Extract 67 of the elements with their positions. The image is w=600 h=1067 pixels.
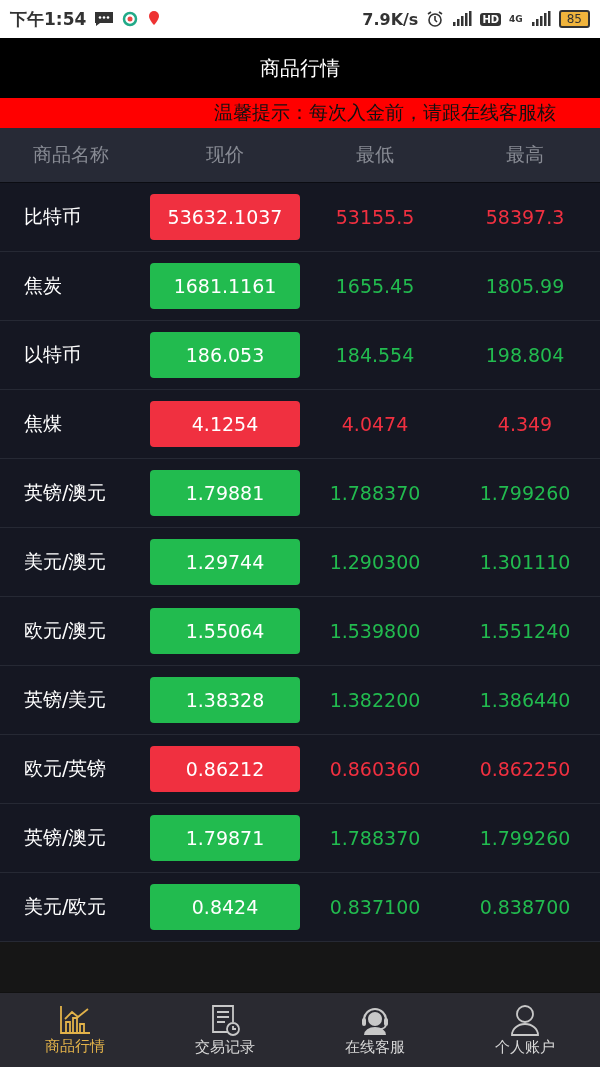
high-price: 1805.99 [484, 275, 566, 297]
low-price: 0.860360 [328, 758, 422, 780]
price-button[interactable]: 1681.1161 [150, 263, 300, 309]
hd-badge: HD [480, 12, 502, 26]
page-title: 商品行情 [260, 54, 340, 82]
high-price: 1.799260 [478, 482, 572, 504]
high-price: 1.386440 [478, 689, 572, 711]
product-name: 欧元/英镑 [23, 756, 108, 781]
low-price: 1.788370 [328, 482, 422, 504]
price-button[interactable]: 0.86212 [150, 746, 300, 792]
low-price: 0.837100 [328, 896, 422, 918]
document-clock-icon [210, 1003, 240, 1036]
column-header: 商品名称 [32, 142, 110, 167]
battery-indicator: 85 [558, 10, 590, 28]
price-button[interactable]: 53632.1037 [150, 194, 300, 240]
product-name: 焦煤 [23, 411, 63, 436]
high-price: 1.301110 [478, 551, 572, 573]
price-button[interactable]: 1.29744 [150, 539, 300, 585]
status-time: 下午1:54 [10, 7, 87, 31]
signal-icon [530, 11, 551, 27]
price-button[interactable]: 4.1254 [150, 401, 300, 447]
price-button[interactable]: 0.8424 [150, 884, 300, 930]
product-name: 美元/欧元 [23, 894, 108, 919]
nav-tab[interactable]: 交易记录 [150, 993, 300, 1067]
network-type: 4G [509, 14, 523, 24]
product-name: 以特币 [23, 342, 82, 367]
price-button[interactable]: 186.053 [150, 332, 300, 378]
high-price: 198.804 [484, 344, 566, 366]
low-price: 1.788370 [328, 827, 422, 849]
product-name: 英镑/美元 [23, 687, 108, 712]
high-price: 58397.3 [484, 206, 566, 228]
product-name: 欧元/澳元 [23, 618, 108, 643]
high-price: 1.551240 [478, 620, 572, 642]
column-header: 现价 [205, 142, 245, 167]
nav-tab[interactable]: 个人账户 [450, 993, 600, 1067]
app-icon [122, 11, 139, 27]
high-price: 4.349 [496, 413, 554, 435]
alarm-icon [426, 10, 445, 28]
product-name: 比特币 [23, 204, 82, 229]
network-speed: 7.9K/s [362, 9, 419, 29]
low-price: 1.382200 [328, 689, 422, 711]
nav-tab[interactable]: 在线客服 [300, 993, 450, 1067]
low-price: 1.539800 [328, 620, 422, 642]
low-price: 184.554 [334, 344, 416, 366]
high-price: 1.799260 [478, 827, 572, 849]
column-header: 最高 [505, 142, 545, 167]
person-icon [510, 1003, 540, 1036]
price-button[interactable]: 1.55064 [150, 608, 300, 654]
signal-icon [452, 11, 473, 27]
high-price: 0.862250 [478, 758, 572, 780]
product-name: 美元/澳元 [23, 549, 108, 574]
column-header: 最低 [355, 142, 395, 167]
low-price: 1655.45 [334, 275, 416, 297]
high-price: 0.838700 [478, 896, 572, 918]
nav-tab[interactable]: 商品行情 [0, 993, 150, 1067]
notice-text: 温馨提示：每次入金前，请跟在线客服核 [214, 100, 556, 125]
price-button[interactable]: 1.38328 [150, 677, 300, 723]
chart-icon [58, 1004, 92, 1035]
message-icon [94, 11, 115, 27]
price-button[interactable]: 1.79871 [150, 815, 300, 861]
low-price: 1.290300 [328, 551, 422, 573]
product-name: 焦炭 [23, 273, 63, 298]
price-button[interactable]: 1.79881 [150, 470, 300, 516]
product-name: 英镑/澳元 [23, 825, 108, 850]
product-name: 英镑/澳元 [23, 480, 108, 505]
low-price: 4.0474 [340, 413, 410, 435]
low-price: 53155.5 [334, 206, 416, 228]
